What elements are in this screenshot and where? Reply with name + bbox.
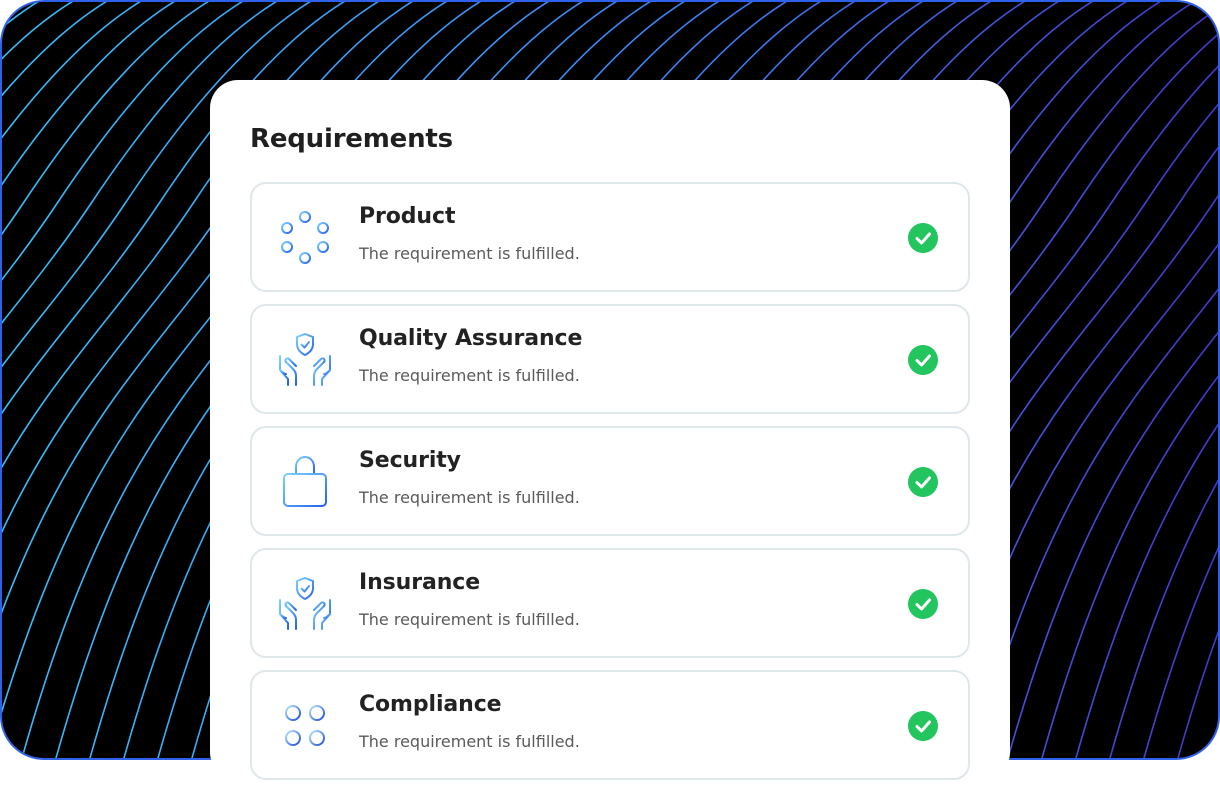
requirement-card-product[interactable]: Product The requirement is fulfilled. bbox=[250, 182, 970, 292]
requirement-name: Security bbox=[359, 448, 461, 473]
wave-line bbox=[1109, 479, 1218, 758]
hands-shield-icon bbox=[276, 574, 334, 632]
wave-line bbox=[2, 2, 66, 760]
requirement-card-insurance[interactable]: Insurance The requirement is fulfilled. bbox=[250, 548, 970, 658]
requirement-description: The requirement is fulfilled. bbox=[359, 488, 580, 507]
requirement-name: Insurance bbox=[359, 570, 481, 595]
requirement-description: The requirement is fulfilled. bbox=[359, 244, 580, 263]
requirement-card-quality-assurance[interactable]: Quality Assurance The requirement is ful… bbox=[250, 304, 970, 414]
wave-line bbox=[2, 2, 108, 97]
requirement-description: The requirement is fulfilled. bbox=[359, 366, 580, 385]
wave-line bbox=[1211, 734, 1218, 758]
requirements-list: Product The requirement is fulfilled. Qu… bbox=[250, 182, 970, 792]
requirement-description: The requirement is fulfilled. bbox=[359, 732, 580, 751]
wave-line bbox=[2, 2, 74, 60]
requirement-name: Product bbox=[359, 204, 456, 229]
check-circle-icon bbox=[908, 223, 938, 253]
requirement-name: Compliance bbox=[359, 692, 502, 717]
wave-line bbox=[1041, 375, 1218, 758]
wave-line bbox=[1075, 423, 1218, 758]
requirements-panel: Requirements Product The requirement is … bbox=[210, 80, 1010, 780]
four-circles-icon bbox=[276, 696, 334, 754]
wave-line bbox=[2, 2, 142, 139]
wave-line bbox=[1007, 331, 1218, 758]
requirement-name: Quality Assurance bbox=[359, 326, 583, 351]
check-circle-icon bbox=[908, 589, 938, 619]
check-circle-icon bbox=[908, 345, 938, 375]
panel-title: Requirements bbox=[250, 124, 453, 154]
requirement-card-compliance[interactable]: Compliance The requirement is fulfilled. bbox=[250, 670, 970, 780]
check-circle-icon bbox=[908, 467, 938, 497]
requirement-description: The requirement is fulfilled. bbox=[359, 610, 580, 629]
requirement-card-security[interactable]: Security The requirement is fulfilled. bbox=[250, 426, 970, 536]
check-circle-icon bbox=[908, 711, 938, 741]
padlock-icon bbox=[276, 452, 334, 510]
wave-line bbox=[2, 2, 6, 4]
hands-shield-icon bbox=[276, 330, 334, 388]
molecule-dots-icon bbox=[276, 208, 334, 266]
wave-line bbox=[2, 2, 40, 29]
